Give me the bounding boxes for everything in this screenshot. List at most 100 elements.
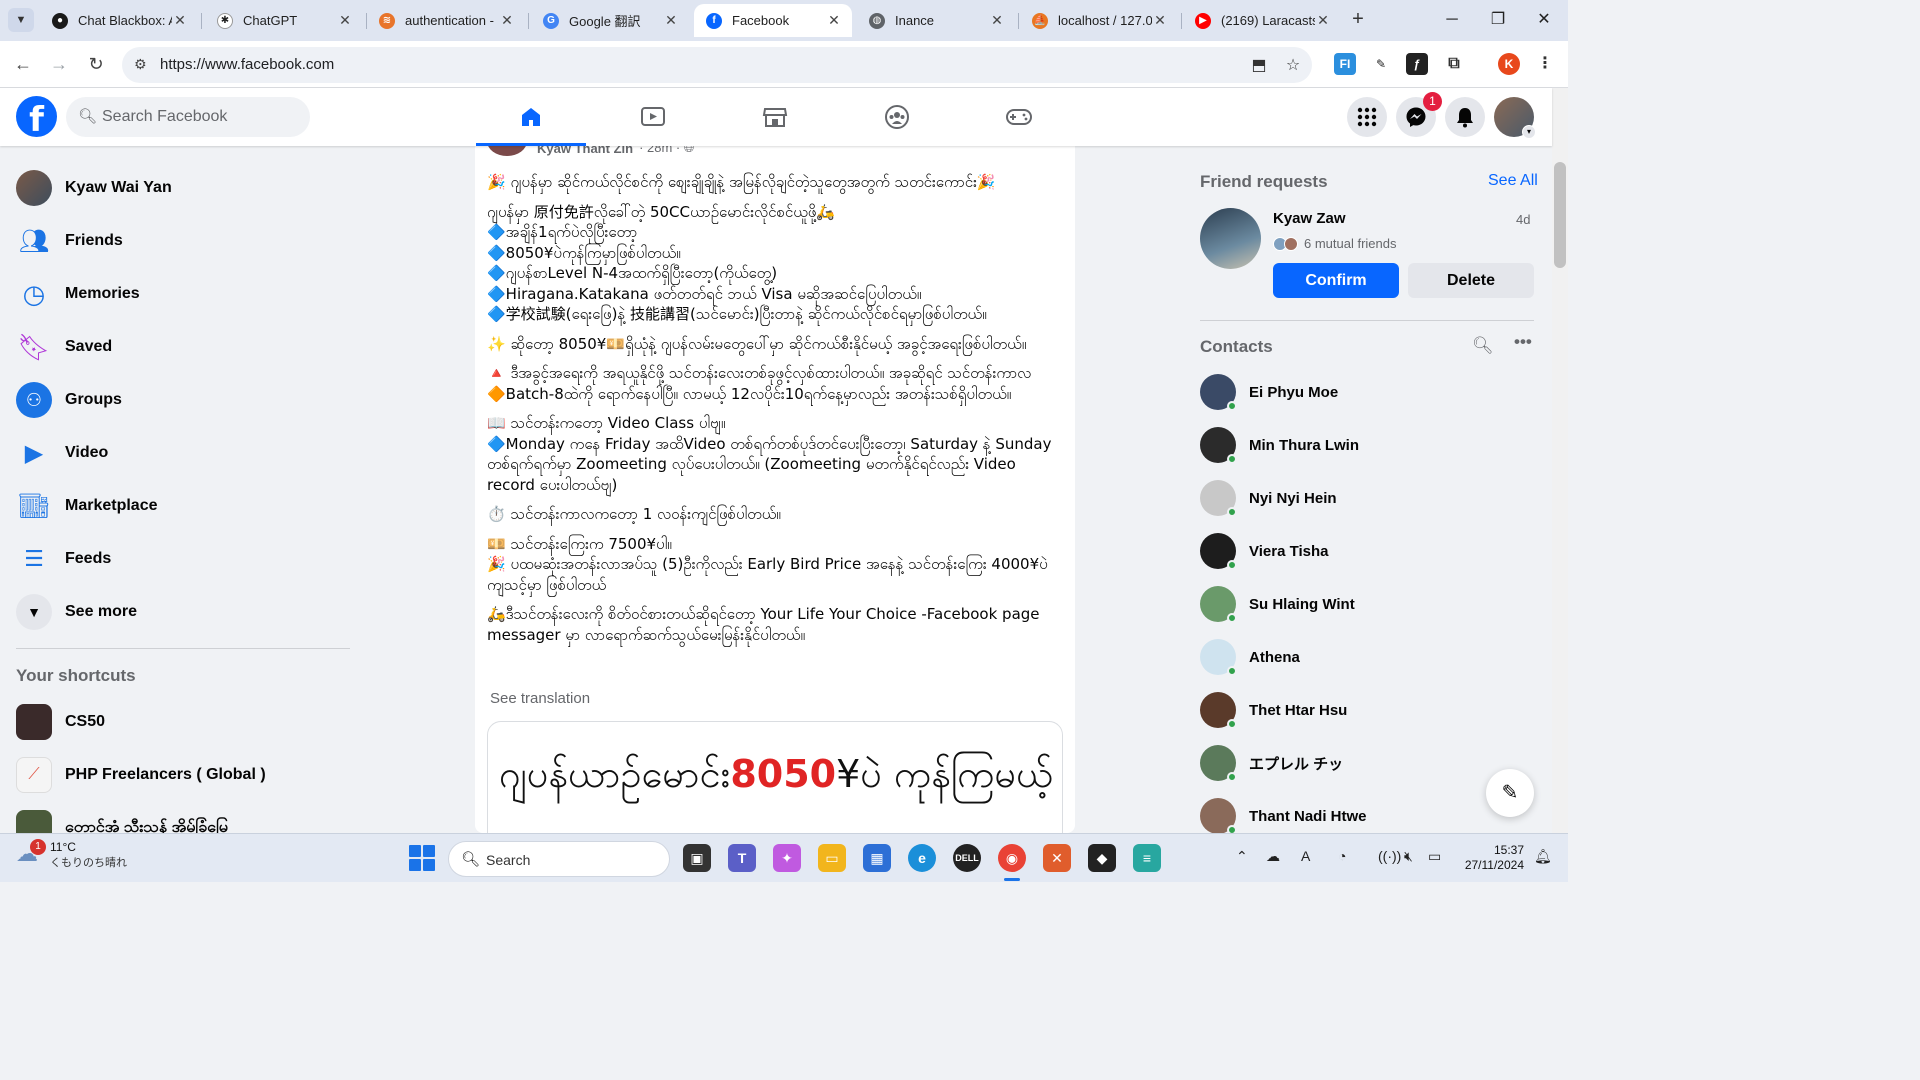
- extensions-puzzle-icon[interactable]: ⧉: [1443, 53, 1465, 75]
- contact-item[interactable]: Min Thura Lwin: [1200, 419, 1540, 471]
- shortcut-item[interactable]: ⟋ PHP Freelancers ( Global ): [16, 749, 356, 801]
- sidebar-item-kyaw-wai-yan[interactable]: Kyaw Wai Yan: [16, 162, 356, 214]
- friend-request-avatar[interactable]: [1200, 208, 1261, 269]
- contact-item[interactable]: Ei Phyu Moe: [1200, 366, 1540, 418]
- contacts-search-icon[interactable]: 🔍︎: [1472, 336, 1494, 356]
- site-info-icon[interactable]: ⚙: [134, 56, 147, 73]
- browser-menu-icon[interactable]: ⋮: [1534, 53, 1556, 75]
- sidebar-item-friends[interactable]: 👥︎ Friends: [16, 215, 356, 267]
- file-explorer-icon[interactable]: ▭: [818, 844, 846, 872]
- sidebar-item-memories[interactable]: ◷ Memories: [16, 268, 356, 320]
- browser-tab[interactable]: G Google 翻訳 ✕: [531, 4, 689, 37]
- url-text[interactable]: https://www.facebook.com: [160, 56, 334, 73]
- system-clock[interactable]: 15:37 27/11/2024: [1456, 843, 1524, 873]
- translate-extension-icon[interactable]: FI: [1334, 53, 1356, 75]
- tab-close-icon[interactable]: ✕: [1315, 12, 1331, 29]
- nav-gaming-tab[interactable]: [964, 88, 1074, 146]
- wifi-icon[interactable]: ((·)): [1378, 848, 1401, 864]
- browser-tab[interactable]: ◍ Inance ✕: [857, 4, 1015, 37]
- tab-close-icon[interactable]: ✕: [1152, 12, 1168, 29]
- bookmark-star-icon[interactable]: ☆: [1282, 55, 1304, 77]
- sidebar-item-video[interactable]: ▶ Video: [16, 427, 356, 479]
- contact-item[interactable]: Athena: [1200, 631, 1540, 683]
- tab-close-icon[interactable]: ✕: [499, 12, 515, 29]
- see-all-link[interactable]: See All: [1488, 172, 1538, 190]
- chrome-icon[interactable]: ◉: [998, 844, 1026, 872]
- contacts-options-icon[interactable]: •••: [1514, 332, 1532, 352]
- tab-search-dropdown-icon[interactable]: ▼: [8, 8, 34, 32]
- nav-groups-tab[interactable]: [842, 88, 952, 146]
- volume-muted-icon[interactable]: 🔇︎: [1404, 848, 1413, 865]
- account-avatar[interactable]: ▾: [1494, 97, 1536, 139]
- contact-item[interactable]: Su Hlaing Wint: [1200, 578, 1540, 630]
- tab-close-icon[interactable]: ✕: [337, 12, 353, 29]
- windows-start-icon[interactable]: [409, 845, 435, 871]
- friend-request-name[interactable]: Kyaw Zaw: [1273, 210, 1346, 227]
- see-translation-link[interactable]: See translation: [490, 690, 590, 707]
- nav-marketplace-tab[interactable]: [720, 88, 830, 146]
- contact-item[interactable]: Thet Htar Hsu: [1200, 684, 1540, 736]
- facebook-search-input[interactable]: 🔍︎ Search Facebook: [66, 97, 310, 137]
- browser-tab[interactable]: ● Chat Blackbox: A ✕: [40, 4, 198, 37]
- tab-close-icon[interactable]: ✕: [989, 12, 1005, 29]
- delete-button[interactable]: Delete: [1408, 263, 1534, 298]
- shortcut-item[interactable]: CS50: [16, 696, 356, 748]
- tab-close-icon[interactable]: ✕: [826, 12, 842, 29]
- task-view-icon[interactable]: ▣: [683, 844, 711, 872]
- taskbar-search[interactable]: 🔍︎ Search: [448, 841, 670, 877]
- contact-avatar: [1200, 427, 1237, 464]
- contact-item[interactable]: Nyi Nyi Hein: [1200, 472, 1540, 524]
- store-icon[interactable]: ▦: [863, 844, 891, 872]
- tab-close-icon[interactable]: ✕: [663, 12, 679, 29]
- dell-icon[interactable]: DELL: [953, 844, 981, 872]
- mutual-friends[interactable]: 6 mutual friends: [1273, 236, 1397, 251]
- new-message-button[interactable]: ✎: [1486, 769, 1534, 817]
- reload-icon[interactable]: ↻: [85, 53, 107, 75]
- scrollbar-thumb[interactable]: [1554, 162, 1566, 268]
- onedrive-icon[interactable]: ☁: [1266, 848, 1280, 865]
- notepad-icon[interactable]: ≡: [1133, 844, 1161, 872]
- xampp-icon[interactable]: ✕: [1043, 844, 1071, 872]
- sync-icon[interactable]: ◔: [1338, 848, 1346, 864]
- weather-widget[interactable]: ☁ 1 11°C くもりのち晴れ: [16, 839, 127, 870]
- minimize-icon[interactable]: ─: [1440, 8, 1464, 32]
- post-image[interactable]: ဂျပန်ယာဉ်မောင်း8050¥ပဲ ကုန်ကြမယ့်: [487, 721, 1063, 833]
- nav-video-tab[interactable]: [598, 88, 708, 146]
- teams-icon[interactable]: T: [728, 844, 756, 872]
- facebook-logo-icon[interactable]: f: [16, 96, 57, 137]
- browser-tab[interactable]: ⛵ localhost / 127.0 ✕: [1020, 4, 1178, 37]
- browser-tab[interactable]: ≋ authentication - ✕: [367, 4, 525, 37]
- page-scrollbar[interactable]: [1552, 88, 1568, 833]
- install-app-icon[interactable]: ⬒: [1248, 55, 1270, 77]
- notifications-button[interactable]: [1445, 97, 1485, 137]
- sidebar-item-see-more[interactable]: ▼ See more: [16, 586, 356, 638]
- nav-home-tab[interactable]: [476, 88, 586, 146]
- show-hidden-icons[interactable]: ⌃: [1236, 848, 1248, 865]
- ime-icon[interactable]: A: [1301, 848, 1310, 864]
- cursor-app-icon[interactable]: ◆: [1088, 844, 1116, 872]
- battery-icon[interactable]: ▭: [1428, 848, 1441, 865]
- menu-grid-button[interactable]: [1347, 97, 1387, 137]
- function-extension-icon[interactable]: ƒ: [1406, 53, 1428, 75]
- sidebar-item-feeds[interactable]: ☰ Feeds: [16, 533, 356, 585]
- edge-icon[interactable]: e: [908, 844, 936, 872]
- contact-item[interactable]: Viera Tisha: [1200, 525, 1540, 577]
- maximize-icon[interactable]: ❐: [1486, 8, 1510, 32]
- profile-avatar[interactable]: K: [1498, 53, 1520, 75]
- confirm-button[interactable]: Confirm: [1273, 263, 1399, 298]
- sidebar-item-saved[interactable]: 🔖︎ Saved: [16, 321, 356, 373]
- sidebar-item-marketplace[interactable]: 🏬︎ Marketplace: [16, 480, 356, 532]
- back-icon[interactable]: ←: [12, 53, 34, 75]
- address-bar[interactable]: ⚙ https://www.facebook.com ⬒ ☆: [122, 47, 1312, 83]
- forward-icon[interactable]: →: [48, 53, 70, 75]
- notification-bell-icon[interactable]: 🔔︎: [1534, 848, 1552, 865]
- new-tab-button[interactable]: +: [1346, 8, 1370, 32]
- pen-extension-icon[interactable]: ✎: [1370, 53, 1392, 75]
- tab-close-icon[interactable]: ✕: [172, 12, 188, 29]
- close-window-icon[interactable]: ✕: [1532, 8, 1556, 32]
- browser-tab[interactable]: ✱ ChatGPT ✕: [205, 4, 363, 37]
- browser-tab[interactable]: ▶ (2169) Laracasts ✕: [1183, 4, 1341, 37]
- browser-tab[interactable]: f Facebook ✕: [694, 4, 852, 37]
- sidebar-item-groups[interactable]: ⚇ Groups: [16, 374, 356, 426]
- copilot-icon[interactable]: ✦: [773, 844, 801, 872]
